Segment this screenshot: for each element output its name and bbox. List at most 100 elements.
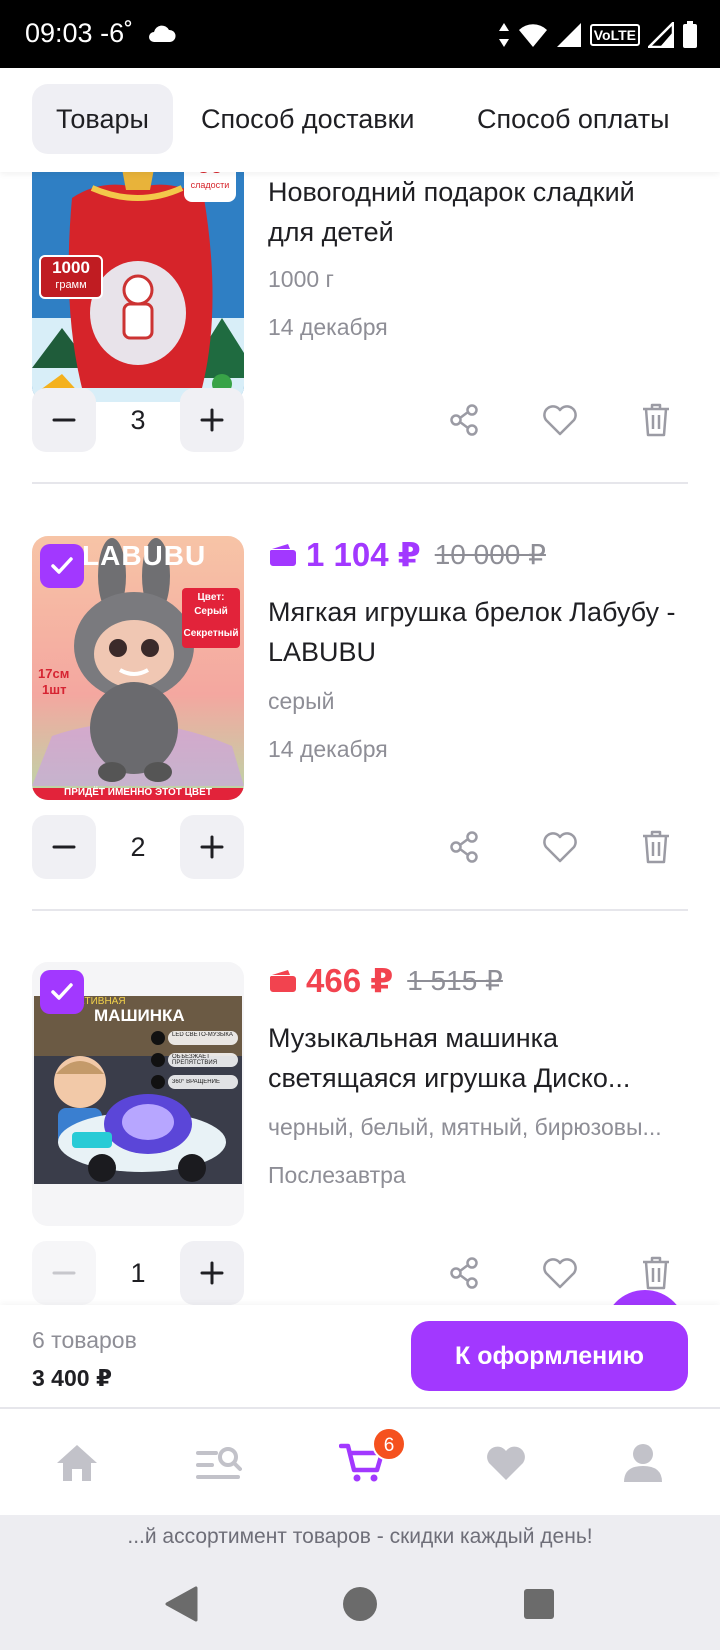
bottom-navigation: 6 bbox=[0, 1409, 720, 1515]
increase-quantity-button[interactable] bbox=[180, 815, 244, 879]
tab-products[interactable]: Товары bbox=[32, 84, 173, 154]
labubu-tag-line2: Серый bbox=[194, 606, 228, 617]
minus-icon bbox=[52, 845, 76, 849]
labubu-size-line1: 17см bbox=[38, 666, 70, 681]
cart-count-badge: 6 bbox=[372, 1427, 406, 1461]
item-checkbox[interactable] bbox=[40, 970, 84, 1014]
share-button[interactable] bbox=[436, 1241, 492, 1305]
gift-weight-unit: грамм bbox=[55, 279, 87, 291]
favorite-button[interactable] bbox=[532, 815, 588, 879]
back-triangle-icon bbox=[165, 1586, 198, 1622]
car-feature-2: ОБЪЕЗЖАЕТ ПРЕПЯТСТВИЯ bbox=[172, 1054, 218, 1066]
labubu-size-line2: 1шт bbox=[42, 682, 67, 697]
favorite-button[interactable] bbox=[532, 388, 588, 452]
cart-item: LABUBU Цвет: Серый Секретный 17см 1шт ПР… bbox=[0, 535, 720, 962]
quantity-value: 2 bbox=[130, 832, 146, 862]
catalog-search-icon bbox=[196, 1447, 242, 1479]
item-divider bbox=[32, 482, 688, 484]
nav-favorites[interactable] bbox=[474, 1435, 538, 1491]
promo-banner: ...й ассортимент товаров - скидки каждый… bbox=[0, 1515, 720, 1559]
signal-icon bbox=[556, 23, 581, 47]
tab-delivery-method[interactable]: Способ доставки bbox=[201, 84, 415, 154]
decrease-quantity-button[interactable] bbox=[32, 1241, 96, 1305]
quantity-value: 1 bbox=[130, 1258, 146, 1288]
decrease-quantity-button[interactable] bbox=[32, 815, 96, 879]
product-image-labubu[interactable]: LABUBU Цвет: Серый Секретный 17см 1шт ПР… bbox=[32, 536, 244, 800]
price-old: 1 515 ₽ bbox=[407, 965, 503, 996]
heart-icon bbox=[487, 1446, 525, 1480]
decrease-quantity-button[interactable] bbox=[32, 388, 96, 452]
share-icon bbox=[450, 404, 478, 436]
trash-icon bbox=[643, 830, 669, 864]
price-row: 1 104 ₽ 10 000 ₽ bbox=[268, 535, 546, 574]
item-variant: 1000 г bbox=[268, 266, 334, 292]
wallet-icon bbox=[270, 969, 296, 992]
volte-badge: VoLTE bbox=[589, 24, 640, 46]
price-current: 1 104 ₽ bbox=[306, 536, 421, 573]
price-current: 466 ₽ bbox=[306, 962, 394, 999]
system-back-button[interactable] bbox=[158, 1581, 204, 1627]
item-variant: черный, белый, мятный, бирюзовы... bbox=[268, 1114, 662, 1140]
product-image-gift[interactable]: 56 сладости 1000 грамм bbox=[32, 172, 244, 402]
trash-icon bbox=[643, 403, 669, 437]
total-price: 3 400 ₽ bbox=[32, 1365, 112, 1391]
checkmark-icon bbox=[51, 983, 73, 1000]
car-feature-3: 360° ВРАЩЕНИЕ bbox=[172, 1079, 220, 1085]
item-delivery-date: 14 декабря bbox=[268, 736, 388, 762]
gift-badge-count: 56 bbox=[186, 172, 234, 179]
price-old: 10 000 ₽ bbox=[434, 539, 546, 570]
wifi-icon bbox=[518, 24, 547, 47]
gift-weight-label: 1000 bbox=[52, 258, 90, 277]
checkout-summary-bar: 6 товаров 3 400 ₽ К оформлению bbox=[0, 1305, 720, 1409]
status-time: 09:03 -6˚ bbox=[25, 18, 134, 48]
gift-badge-caption: сладости bbox=[190, 180, 230, 190]
signal-2-icon bbox=[648, 22, 674, 48]
recents-square-icon bbox=[524, 1589, 554, 1619]
status-bar: 09:03 -6˚ VoLTE bbox=[0, 0, 720, 68]
product-image-car[interactable]: АКТИВНАЯ МАШИНКА LED СВЕТО-МУЗЫКА ОБЪЕЗЖ… bbox=[32, 962, 244, 1226]
delete-button[interactable] bbox=[628, 388, 684, 452]
share-button[interactable] bbox=[436, 815, 492, 879]
share-icon bbox=[450, 831, 478, 863]
nav-home[interactable] bbox=[45, 1435, 109, 1491]
item-title[interactable]: Мягкая игрушка брелок Лабубу - LABUBU bbox=[268, 592, 688, 672]
checkout-button[interactable]: К оформлению bbox=[411, 1321, 688, 1391]
tab-payment-method[interactable]: Способ оплаты bbox=[477, 84, 670, 154]
data-arrows-icon bbox=[498, 23, 509, 47]
profile-icon bbox=[624, 1444, 662, 1482]
cart-items-list[interactable]: 56 сладости 1000 грамм Новогодний подаро… bbox=[0, 172, 720, 1305]
car-feature-1: LED СВЕТО-МУЗЫКА bbox=[172, 1032, 233, 1038]
item-title[interactable]: Музыкальная машинка светящаяся игрушка Д… bbox=[268, 1018, 688, 1098]
favorite-button[interactable] bbox=[532, 1241, 588, 1305]
share-icon bbox=[450, 1257, 478, 1289]
item-delivery-date: 14 декабря bbox=[268, 314, 388, 340]
share-button[interactable] bbox=[436, 388, 492, 452]
cart-item: АКТИВНАЯ МАШИНКА LED СВЕТО-МУЗЫКА ОБЪЕЗЖ… bbox=[0, 961, 720, 1305]
minus-icon bbox=[52, 418, 76, 422]
minus-icon bbox=[52, 1271, 76, 1275]
checkmark-icon bbox=[51, 557, 73, 574]
items-count: 6 товаров bbox=[32, 1327, 137, 1353]
item-divider bbox=[32, 909, 688, 911]
labubu-brand-text: LABUBU bbox=[82, 540, 207, 571]
increase-quantity-button[interactable] bbox=[180, 1241, 244, 1305]
nav-catalog-search[interactable] bbox=[186, 1435, 250, 1491]
item-title[interactable]: Новогодний подарок сладкий для детей bbox=[268, 172, 688, 252]
nav-profile[interactable] bbox=[611, 1435, 675, 1491]
wallet-icon bbox=[270, 543, 296, 566]
increase-quantity-button[interactable] bbox=[180, 388, 244, 452]
heart-icon bbox=[543, 405, 577, 436]
heart-icon bbox=[543, 832, 577, 863]
quantity-value: 3 bbox=[130, 405, 146, 435]
car-heading: МАШИНКА bbox=[94, 1006, 185, 1025]
system-recents-button[interactable] bbox=[516, 1581, 562, 1627]
home-icon bbox=[57, 1445, 97, 1481]
system-home-button[interactable] bbox=[337, 1581, 383, 1627]
item-checkbox[interactable] bbox=[40, 544, 84, 588]
checkout-tabs: Товары Способ доставки Способ оплаты bbox=[0, 68, 720, 172]
item-variant: серый bbox=[268, 688, 335, 714]
labubu-footer-text: ПРИДЁТ ИМЕННО ЭТОТ ЦВЕТ bbox=[64, 787, 212, 798]
cloud-icon bbox=[146, 24, 176, 49]
delete-button[interactable] bbox=[628, 815, 684, 879]
labubu-tag-line1: Цвет: bbox=[197, 592, 225, 603]
